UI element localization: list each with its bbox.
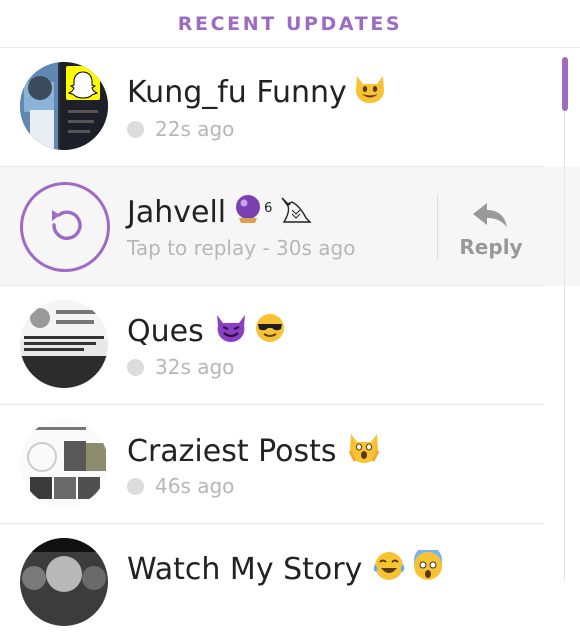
page-title: RECENT UPDATES [177,13,403,35]
sunglasses-face-icon [254,312,286,353]
update-name: Kung_fu Funny [127,74,387,113]
reply-button[interactable]: Reply [458,201,524,259]
list-item-watch-my-story[interactable]: Watch My Story [0,524,580,643]
update-name: Ques [127,312,286,353]
status-dot [127,358,144,376]
update-meta: 46s ago [127,474,234,498]
replay-button[interactable] [20,182,110,272]
status-dot [127,120,144,138]
update-name: Jahvell 6 [127,193,313,234]
tears-of-joy-icon [372,550,406,591]
update-name: Watch My Story [127,546,444,591]
scrollbar-track[interactable] [564,56,565,580]
screaming-face-icon [412,546,444,591]
update-meta: Tap to replay - 30s ago [127,236,356,260]
smiling-cat-icon [353,74,387,113]
avatar [20,419,108,507]
owl-icon [278,194,313,233]
avatar [20,300,108,388]
update-name: Craziest Posts [127,431,381,474]
header: RECENT UPDATES [0,0,580,48]
update-meta: 22s ago [127,117,234,141]
status-dot [127,477,144,495]
replay-icon [42,202,88,252]
crystal-ball-icon [232,193,264,234]
updates-list: Kung_fu Funny 22s ago Jahvell 6 Tap to re… [0,48,580,643]
avatar [20,538,108,626]
reply-label: Reply [459,235,523,259]
scrollbar-thumb[interactable] [562,57,568,111]
update-meta: 32s ago [127,355,234,379]
avatar [20,62,108,150]
reply-arrow-icon [471,203,511,233]
screaming-cat-icon [347,431,381,474]
list-item-jahvell[interactable]: Jahvell 6 Tap to replay - 30s ago Reply [0,167,580,286]
superscript: 6 [264,201,273,216]
smiling-devil-icon [214,312,248,353]
list-item-ques[interactable]: Ques 32s ago [0,286,580,405]
list-item-craziest-posts[interactable]: Craziest Posts 46s ago [0,405,580,524]
vertical-divider [437,194,438,260]
list-item-kung-fu-funny[interactable]: Kung_fu Funny 22s ago [0,48,580,167]
